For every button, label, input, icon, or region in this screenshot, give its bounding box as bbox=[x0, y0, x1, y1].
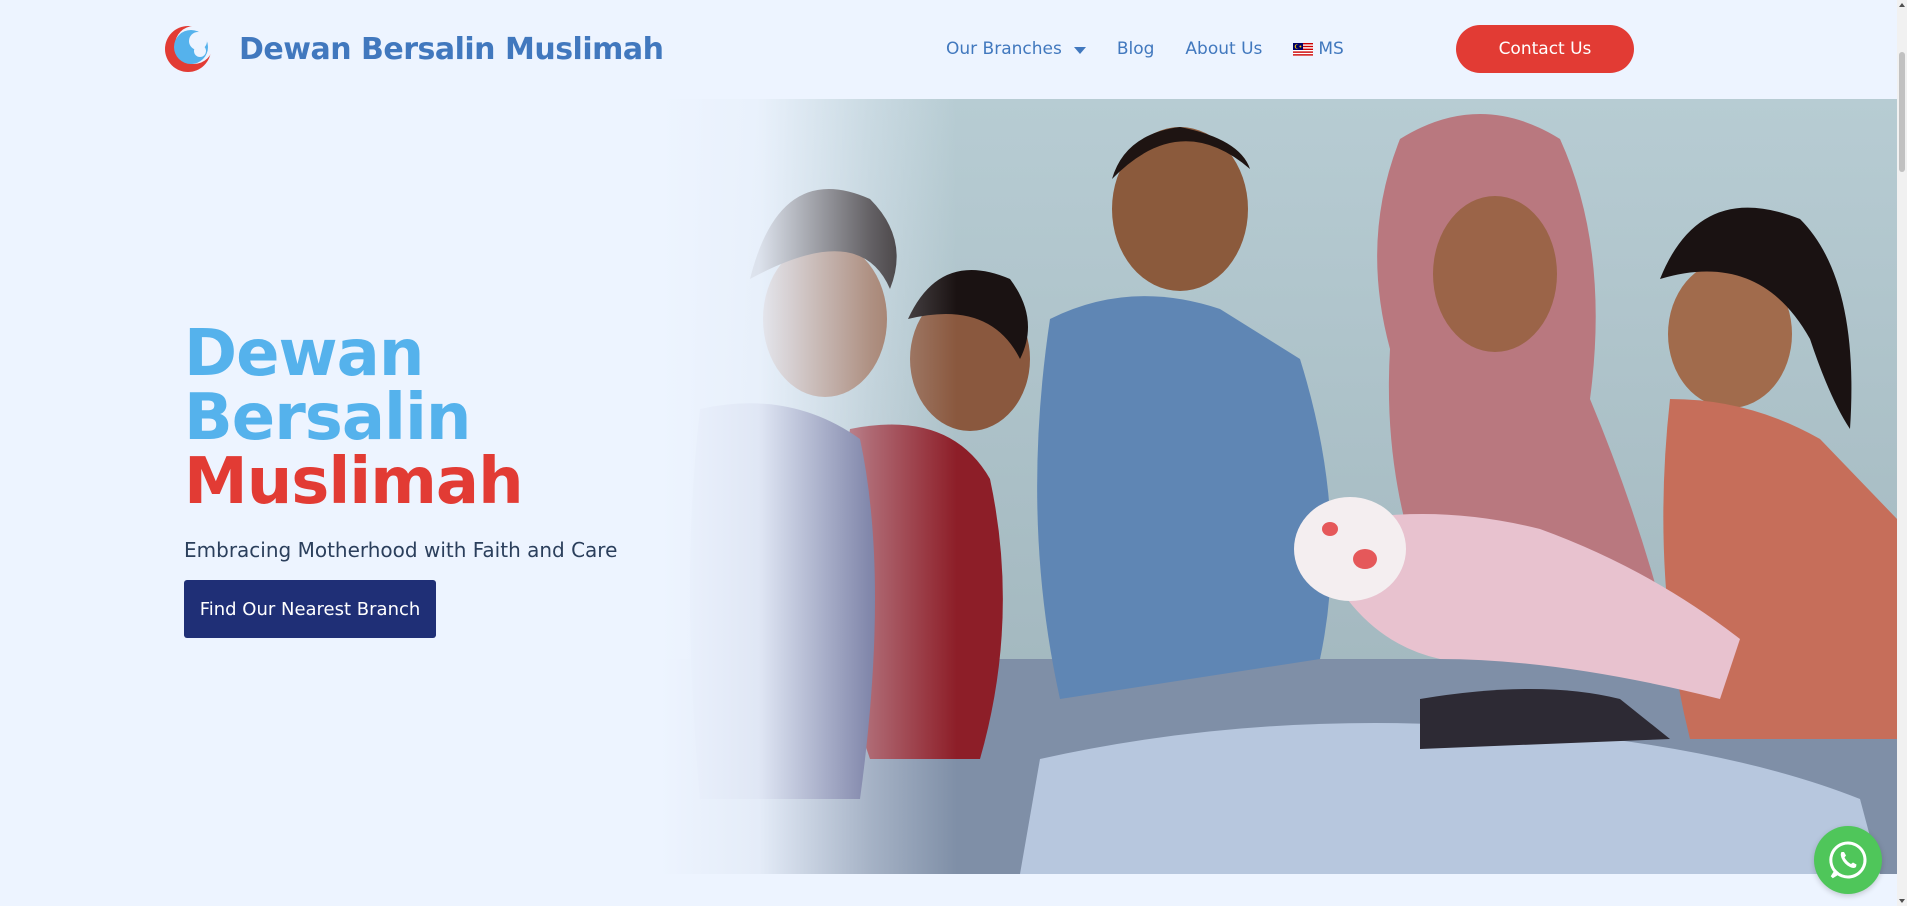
brand-logo-link[interactable]: Dewan Bersalin Muslimah bbox=[164, 24, 664, 74]
hero-title-line-3: Muslimah bbox=[184, 445, 524, 519]
site-header: Dewan Bersalin Muslimah Our Branches Blo… bbox=[0, 0, 1897, 98]
hero-title-line-2: Bersalin bbox=[184, 381, 471, 455]
language-switcher[interactable]: MS bbox=[1293, 39, 1344, 59]
brand-name: Dewan Bersalin Muslimah bbox=[239, 31, 664, 67]
hero-title-line-1: Dewan bbox=[184, 317, 424, 391]
crescent-logo-icon bbox=[165, 26, 212, 72]
language-label: MS bbox=[1318, 39, 1344, 59]
hero-subtitle: Embracing Motherhood with Faith and Care bbox=[184, 538, 618, 562]
find-nearest-branch-button[interactable]: Find Our Nearest Branch bbox=[184, 580, 436, 638]
caret-down-icon bbox=[1073, 46, 1086, 54]
nav-our-branches-label: Our Branches bbox=[946, 39, 1062, 59]
whatsapp-chat-button[interactable] bbox=[1814, 826, 1882, 894]
family-with-newborn-photo bbox=[660, 99, 1897, 874]
whatsapp-icon bbox=[1829, 841, 1867, 879]
page-scrollbar[interactable] bbox=[1897, 0, 1907, 906]
nav-about-us[interactable]: About Us bbox=[1185, 39, 1262, 59]
scroll-up-icon[interactable] bbox=[1899, 3, 1905, 7]
hero-title: Dewan Bersalin Muslimah bbox=[184, 322, 684, 514]
scrollbar-thumb[interactable] bbox=[1899, 52, 1905, 172]
scroll-down-icon[interactable] bbox=[1899, 899, 1905, 903]
main-nav: Our Branches Blog About Us MS bbox=[946, 36, 1344, 62]
malaysia-flag-icon bbox=[1293, 42, 1314, 56]
hero-content: Dewan Bersalin Muslimah Embracing Mother… bbox=[184, 322, 684, 638]
contact-us-button[interactable]: Contact Us bbox=[1456, 25, 1634, 73]
nav-blog[interactable]: Blog bbox=[1117, 39, 1155, 59]
nav-our-branches[interactable]: Our Branches bbox=[946, 39, 1086, 59]
hero-family-photo bbox=[660, 99, 1897, 874]
